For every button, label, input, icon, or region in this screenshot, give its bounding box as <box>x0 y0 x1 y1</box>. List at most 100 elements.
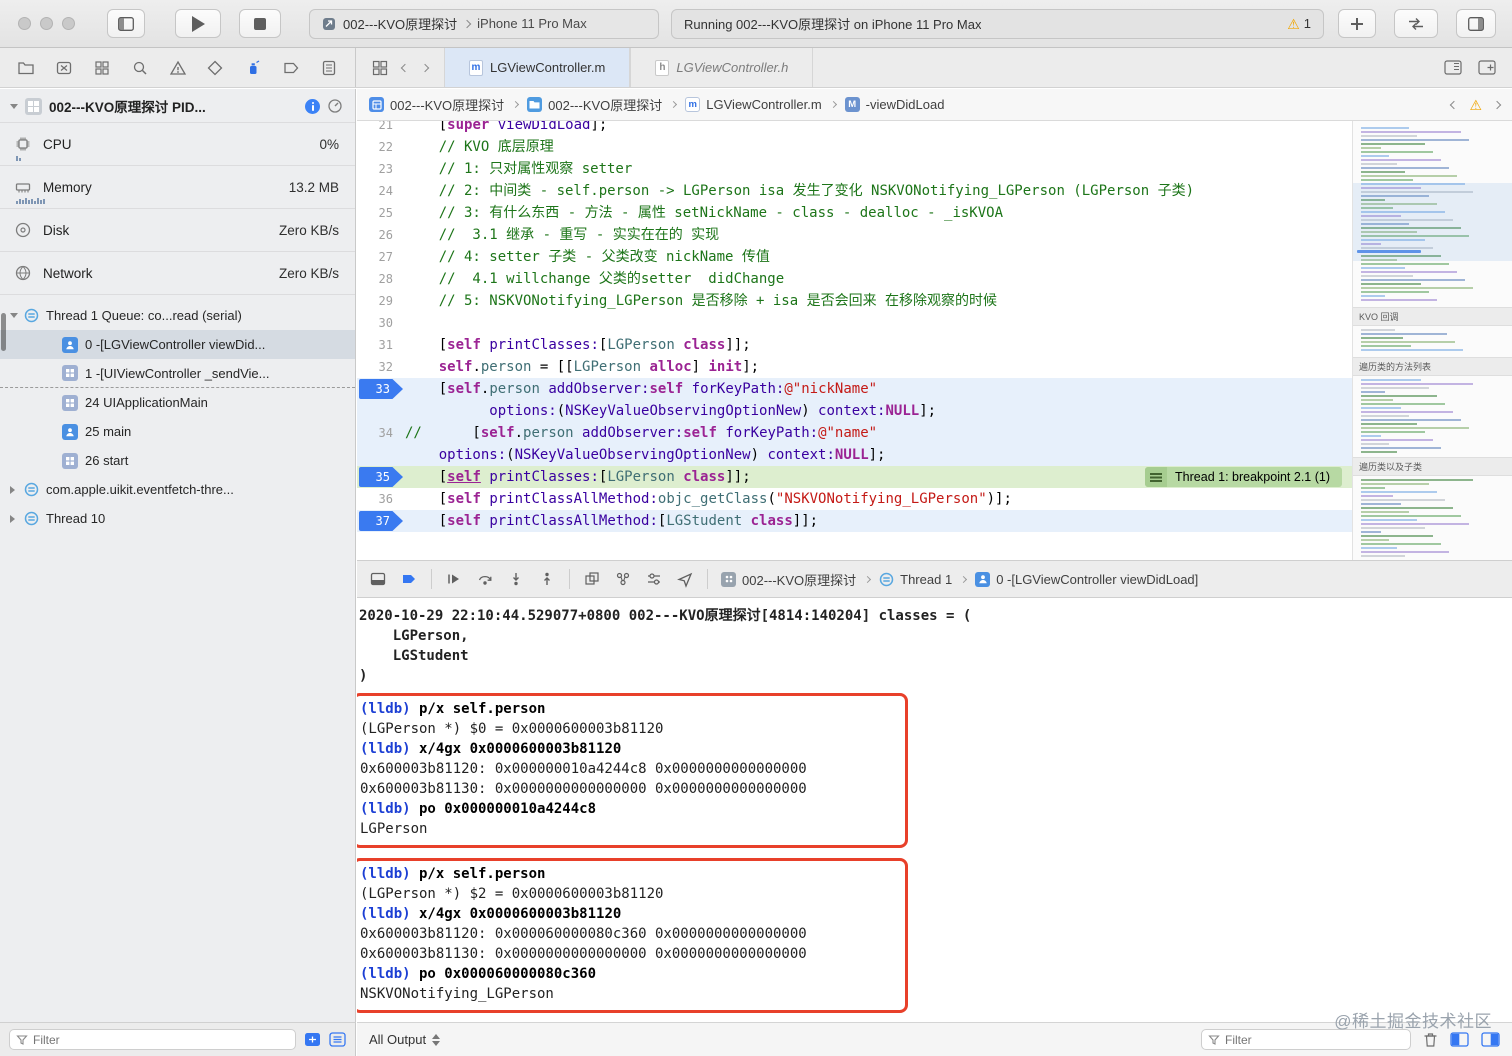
line-number[interactable] <box>357 400 405 422</box>
jumpbar-next-icon[interactable] <box>1492 100 1502 109</box>
library-add-button[interactable] <box>1338 9 1376 38</box>
line-number[interactable]: 22 <box>357 136 405 158</box>
info-icon[interactable] <box>305 98 320 114</box>
code-line[interactable]: 21 [super viewDidLoad]; <box>357 121 1352 136</box>
gauge-icon[interactable] <box>327 98 343 114</box>
line-number[interactable]: 31 <box>357 334 405 356</box>
back-icon[interactable] <box>400 63 410 72</box>
add-editor-icon[interactable] <box>1478 60 1496 75</box>
minimize-window-button[interactable] <box>40 17 53 30</box>
breakpoint-hit-annotation[interactable]: Thread 1: breakpoint 2.1 (1) <box>1145 467 1342 487</box>
jumpbar-crumb[interactable]: M -viewDidLoad <box>844 97 944 112</box>
code-line[interactable]: 34// [self.person addObserver:self forKe… <box>357 422 1352 444</box>
simulate-location-icon[interactable] <box>676 570 694 588</box>
code-line[interactable]: 23 // 1: 只对属性观察 setter <box>357 158 1352 180</box>
view-hierarchy-icon[interactable] <box>583 570 601 588</box>
line-number[interactable]: 27 <box>357 246 405 268</box>
line-number[interactable]: 23 <box>357 158 405 180</box>
gauge-row-memory[interactable]: Memory 13.2 MB <box>0 166 355 209</box>
code-line[interactable]: 26 // 3.1 继承 - 重写 - 实实在在的 实现 <box>357 224 1352 246</box>
jumpbar-crumb[interactable]: 002---KVO原理探讨 <box>369 95 504 114</box>
code-line[interactable]: 37 [self printClassAllMethod:[LGStudent … <box>357 510 1352 532</box>
code-line[interactable]: 24 // 2: 中间类 - self.person -> LGPerson i… <box>357 180 1352 202</box>
forward-icon[interactable] <box>420 63 430 72</box>
debug-navigator-icon[interactable] <box>241 56 265 80</box>
scroll-indicator[interactable] <box>1 313 6 351</box>
jumpbar-prev-icon[interactable] <box>1450 100 1459 109</box>
run-button[interactable] <box>175 9 221 38</box>
disclosure-icon[interactable] <box>10 313 18 318</box>
code-line[interactable]: 36 [self printClassAllMethod:objc_getCla… <box>357 488 1352 510</box>
filter-running-icon[interactable] <box>304 1032 321 1047</box>
line-number[interactable]: 24 <box>357 180 405 202</box>
step-into-icon[interactable] <box>507 570 525 588</box>
disclosure-icon[interactable] <box>10 514 15 523</box>
thread-row[interactable]: com.apple.uikit.eventfetch-thre... <box>0 475 355 504</box>
output-scope-select[interactable]: All Output <box>369 1032 441 1047</box>
code-line[interactable]: 33 [self.person addObserver:self forKeyP… <box>357 378 1352 400</box>
code-line[interactable]: 28 // 4.1 willchange 父类的setter didChange <box>357 268 1352 290</box>
console-area[interactable]: 2020-10-29 22:10:44.529077+0800 002---KV… <box>357 599 1512 1022</box>
show-console-only-icon[interactable] <box>1481 1032 1500 1047</box>
code-line[interactable]: 32 self.person = [[LGPerson alloc] init]… <box>357 356 1352 378</box>
gauge-row-disk[interactable]: Disk Zero KB/s <box>0 209 355 252</box>
jumpbar-crumb[interactable]: 002---KVO原理探讨 <box>527 95 662 114</box>
stop-button[interactable] <box>239 9 281 38</box>
flatten-stack-icon[interactable] <box>329 1032 346 1047</box>
stack-frame-row[interactable]: 24 UIApplicationMain <box>0 388 355 417</box>
code-line[interactable]: 35 [self printClasses:[LGPerson class]];… <box>357 466 1352 488</box>
code-line[interactable]: 27 // 4: setter 子类 - 父类改变 nickName 传值 <box>357 246 1352 268</box>
code-line[interactable]: options:(NSKeyValueObservingOptionNew) c… <box>357 400 1352 422</box>
editor-mode-button[interactable] <box>1394 9 1438 38</box>
jumpbar-crumb[interactable]: m LGViewController.m <box>685 97 822 112</box>
environment-overrides-icon[interactable] <box>645 570 663 588</box>
editor-tab[interactable]: m LGViewController.m <box>444 48 631 87</box>
step-out-icon[interactable] <box>538 570 556 588</box>
project-navigator-icon[interactable] <box>14 56 38 80</box>
jumpbar-warning-icon[interactable]: ⚠ <box>1469 98 1482 112</box>
step-over-icon[interactable] <box>476 570 494 588</box>
scheme-project[interactable]: 002---KVO原理探讨 <box>343 14 457 33</box>
line-number[interactable] <box>357 444 405 466</box>
disclosure-icon[interactable] <box>10 485 15 494</box>
source-control-icon[interactable] <box>52 56 76 80</box>
memory-graph-icon[interactable] <box>614 570 632 588</box>
debug-crumb[interactable]: 002---KVO原理探讨 <box>721 570 856 589</box>
clear-console-icon[interactable] <box>1423 1031 1438 1048</box>
breakpoint-marker[interactable]: 35 <box>357 466 405 488</box>
navigator-filter-field[interactable] <box>9 1029 296 1050</box>
line-number[interactable]: 34 <box>357 422 405 444</box>
test-navigator-icon[interactable] <box>203 56 227 80</box>
code-line[interactable]: 25 // 3: 有什么东西 - 方法 - 属性 setNickName - c… <box>357 202 1352 224</box>
line-number[interactable]: 30 <box>357 312 405 334</box>
symbol-navigator-icon[interactable] <box>90 56 114 80</box>
line-number[interactable]: 28 <box>357 268 405 290</box>
process-row[interactable]: 002---KVO原理探讨 PID... <box>0 89 355 123</box>
show-variables-view-icon[interactable] <box>1450 1032 1469 1047</box>
breakpoints-toggle-icon[interactable] <box>400 570 418 588</box>
toggle-navigator-button[interactable] <box>107 9 145 38</box>
breakpoint-navigator-icon[interactable] <box>279 56 303 80</box>
toggle-inspector-button[interactable] <box>1456 9 1496 38</box>
line-number[interactable]: 29 <box>357 290 405 312</box>
disclosure-icon[interactable] <box>10 103 18 109</box>
stack-frame-row[interactable]: 26 start <box>0 446 355 475</box>
debug-crumb[interactable]: 0 -[LGViewController viewDidLoad] <box>975 571 1198 587</box>
code-line[interactable]: 30 <box>357 312 1352 334</box>
scheme-device[interactable]: iPhone 11 Pro Max <box>477 16 587 31</box>
code-line[interactable]: 31 [self printClasses:[LGPerson class]]; <box>357 334 1352 356</box>
scheme-selector[interactable]: 002---KVO原理探讨 iPhone 11 Pro Max <box>309 8 659 39</box>
zoom-window-button[interactable] <box>62 17 75 30</box>
line-number[interactable]: 32 <box>357 356 405 378</box>
stack-frame-row[interactable]: 25 main <box>0 417 355 446</box>
thread-row[interactable]: Thread 1 Queue: co...read (serial) <box>0 301 355 330</box>
navigator-filter-input[interactable] <box>33 1032 289 1047</box>
continue-icon[interactable] <box>445 570 463 588</box>
line-number[interactable]: 36 <box>357 488 405 510</box>
console-filter-input[interactable] <box>1225 1032 1404 1047</box>
breakpoint-marker[interactable]: 33 <box>357 378 405 400</box>
line-number[interactable]: 26 <box>357 224 405 246</box>
line-number[interactable]: 25 <box>357 202 405 224</box>
minimap[interactable]: KVO 回调 遍历类的方法列表 遍历类以及子类 <box>1352 121 1512 560</box>
gauge-row-network[interactable]: Network Zero KB/s <box>0 252 355 295</box>
